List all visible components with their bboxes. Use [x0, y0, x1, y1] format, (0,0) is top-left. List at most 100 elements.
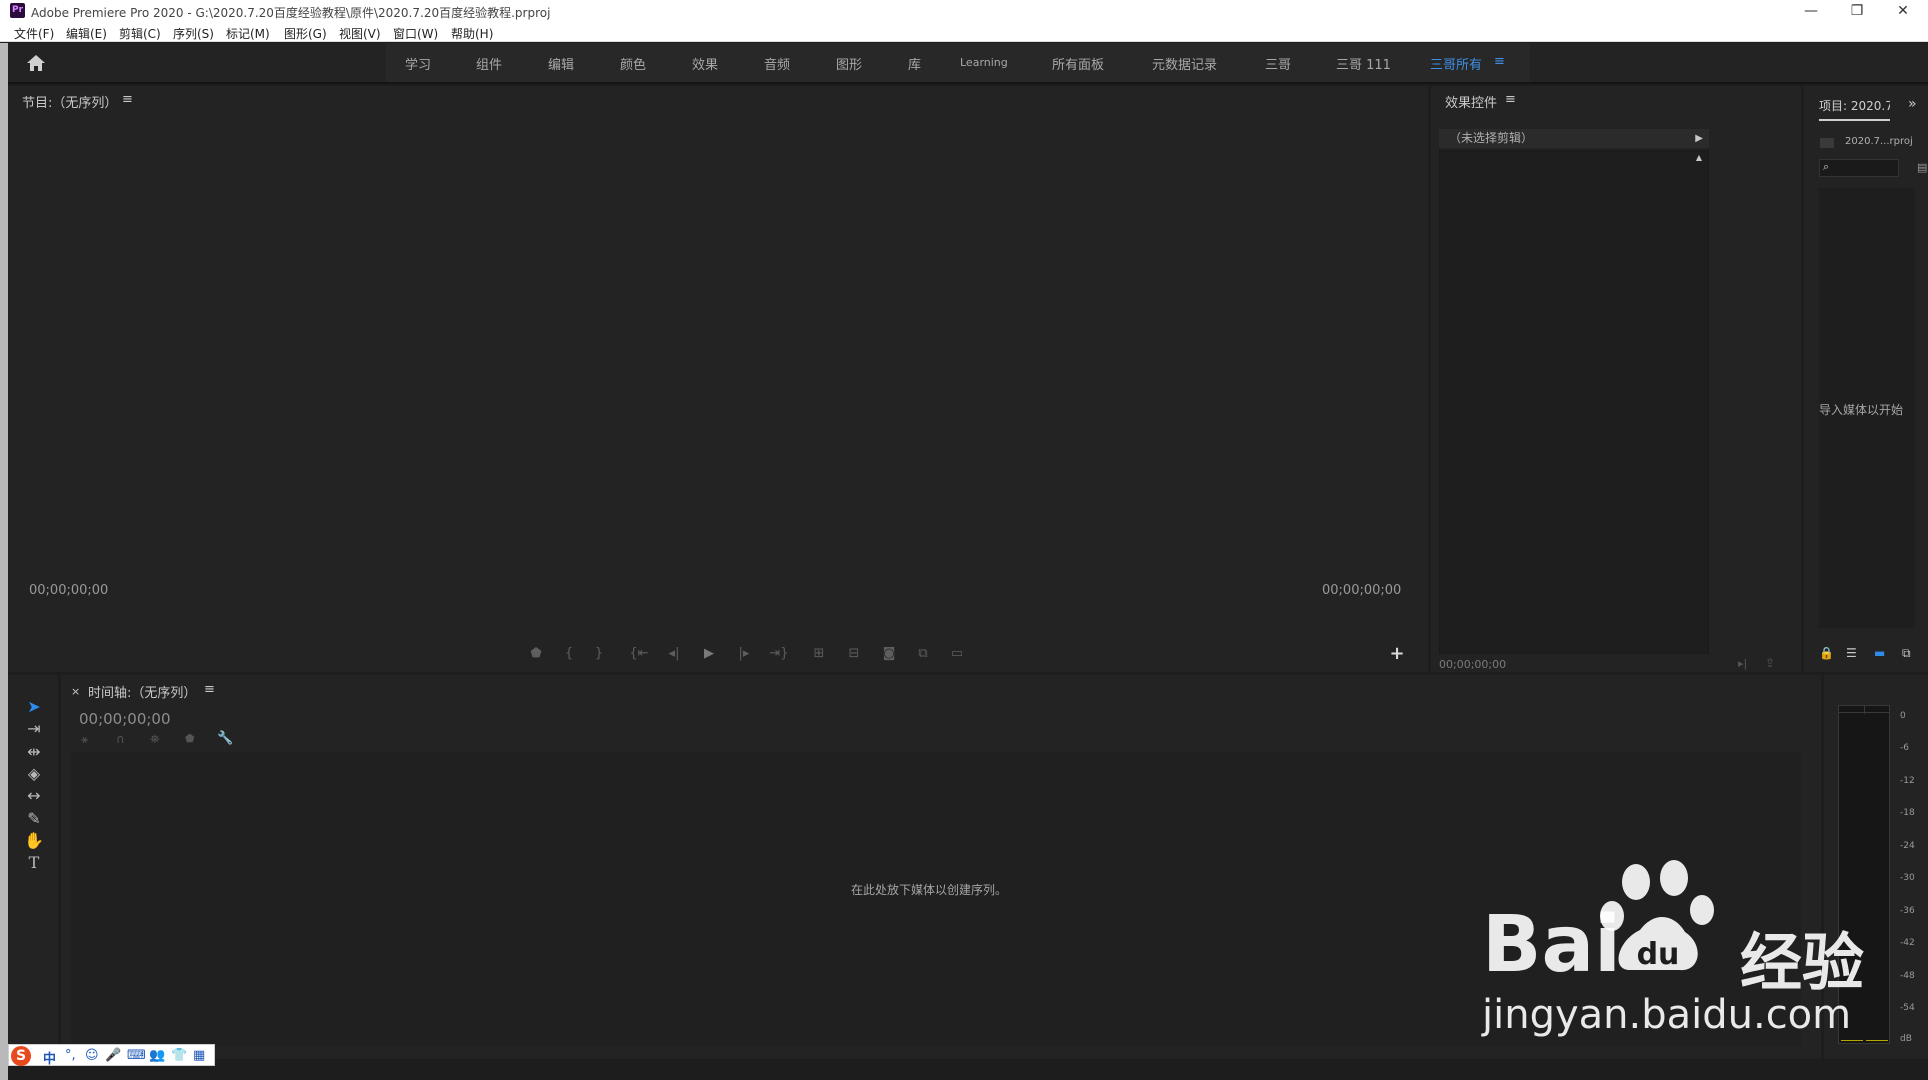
workspace-tab-sange-111[interactable]: 三哥 111: [1336, 54, 1391, 73]
export-icon[interactable]: ⇪: [1765, 656, 1775, 670]
snap-icon[interactable]: ∩: [116, 732, 125, 746]
minimize-button[interactable]: —: [1788, 0, 1834, 22]
workspace-tab-learning[interactable]: Learning: [960, 56, 1008, 69]
play-icon[interactable]: ▶: [698, 646, 720, 661]
razor-tool-icon[interactable]: ◈: [22, 763, 46, 785]
slip-tool-icon[interactable]: ↔: [22, 785, 46, 807]
go-to-in-icon[interactable]: {⇤: [628, 646, 650, 661]
keyboard-icon[interactable]: ⌨: [127, 1048, 146, 1063]
workspace-tab-color[interactable]: 颜色: [620, 54, 646, 73]
program-playhead-timecode[interactable]: 00;00;00;00: [29, 583, 108, 598]
comparison-view-icon[interactable]: ⧉: [912, 646, 934, 661]
list-view-icon[interactable]: ☰: [1846, 646, 1857, 660]
skin-icon[interactable]: 👕: [171, 1048, 187, 1063]
program-monitor-title[interactable]: 节目:（无序列）: [22, 92, 117, 111]
timeline-title[interactable]: 时间轴:（无序列）: [88, 682, 196, 701]
workspace-tabs: 学习 组件 编辑 颜色 效果 音频 图形 库 Learning 所有面板 元数据…: [386, 43, 1530, 82]
microphone-icon[interactable]: 🎤: [105, 1048, 121, 1063]
nest-icon[interactable]: ⚹: [81, 732, 88, 747]
ime-mode-toggle[interactable]: 中: [43, 1048, 56, 1067]
pen-tool-icon[interactable]: ✎: [22, 808, 46, 830]
new-bin-icon[interactable]: ▤: [1917, 161, 1927, 174]
go-to-out-icon[interactable]: ⇥}: [768, 646, 790, 661]
track-select-tool-icon[interactable]: ⇥: [22, 718, 46, 740]
freeform-view-icon[interactable]: ⧉: [1902, 646, 1911, 661]
toolbox-icon[interactable]: ▦: [193, 1048, 205, 1063]
effect-controls-area: ▲: [1439, 150, 1709, 654]
punctuation-icon[interactable]: °,: [65, 1048, 76, 1063]
program-duration-timecode: 00;00;00;00: [1322, 583, 1402, 598]
workspace-tab-sange-all[interactable]: 三哥所有: [1430, 54, 1482, 73]
project-empty-message: 导入媒体以开始: [1819, 403, 1904, 417]
mark-in-icon[interactable]: {: [558, 646, 580, 661]
button-editor-add-icon[interactable]: +: [1386, 643, 1408, 664]
menu-marker[interactable]: 标记(M): [226, 25, 270, 42]
program-monitor-menu-icon[interactable]: ≡: [122, 92, 133, 107]
workspace-tab-assembly[interactable]: 组件: [476, 54, 502, 73]
menu-edit[interactable]: 编辑(E): [66, 25, 107, 42]
project-file-icon: [1820, 138, 1834, 148]
project-tab[interactable]: 项目: 2020.7: [1819, 97, 1890, 121]
lift-icon[interactable]: ⊞: [808, 646, 830, 661]
emoji-icon[interactable]: ☺: [85, 1048, 99, 1063]
menu-window[interactable]: 窗口(W): [393, 25, 438, 42]
expand-panels-icon[interactable]: »: [1908, 96, 1917, 112]
timeline-drop-message: 在此处放下媒体以创建序列。: [851, 883, 1008, 897]
add-marker-icon[interactable]: ⬟: [525, 646, 547, 661]
timeline-marker-icon[interactable]: ⬟: [185, 732, 195, 745]
safe-margins-icon[interactable]: ▭: [946, 646, 968, 661]
timeline-menu-icon[interactable]: ≡: [204, 682, 215, 697]
ripple-edit-tool-icon[interactable]: ⇹: [22, 741, 46, 763]
icon-view-icon[interactable]: ▬: [1874, 646, 1885, 660]
workspace-tab-libraries[interactable]: 库: [908, 54, 921, 73]
effect-controls-title[interactable]: 效果控件: [1445, 92, 1497, 111]
close-window-button[interactable]: ✕: [1880, 0, 1926, 22]
workspace-tab-sange[interactable]: 三哥: [1265, 54, 1291, 73]
menu-file[interactable]: 文件(F): [14, 25, 54, 42]
filter-icon[interactable]: ▸|: [1738, 657, 1747, 670]
menu-graphics[interactable]: 图形(G): [284, 25, 327, 42]
step-back-icon[interactable]: ◂|: [663, 646, 685, 661]
clip-selector-label: （未选择剪辑）: [1449, 131, 1534, 145]
project-search-input[interactable]: ⌕: [1819, 159, 1899, 177]
hand-tool-icon[interactable]: ✋: [22, 830, 46, 852]
sogou-logo-icon[interactable]: S: [11, 1046, 31, 1066]
workspace-tab-all-panels[interactable]: 所有面板: [1052, 54, 1104, 73]
menu-sequence[interactable]: 序列(S): [173, 25, 214, 42]
workspace-tab-effects[interactable]: 效果: [692, 54, 718, 73]
workspace-tab-editing[interactable]: 编辑: [548, 54, 574, 73]
play-triangle-icon[interactable]: ▶: [1695, 129, 1703, 148]
workspace-tab-learn[interactable]: 学习: [405, 54, 431, 73]
workspace-menu-icon[interactable]: ≡: [1494, 54, 1505, 69]
menu-help[interactable]: 帮助(H): [451, 25, 493, 42]
step-forward-icon[interactable]: |▸: [733, 646, 755, 661]
menu-clip[interactable]: 剪辑(C): [119, 25, 161, 42]
menu-view[interactable]: 视图(V): [339, 25, 381, 42]
effect-controls-menu-icon[interactable]: ≡: [1505, 92, 1516, 107]
lock-icon[interactable]: 🔒: [1819, 646, 1834, 660]
workspace-tab-graphics[interactable]: 图形: [836, 54, 862, 73]
type-tool-icon[interactable]: T: [22, 852, 46, 874]
clip-selector[interactable]: （未选择剪辑） ▶: [1439, 129, 1709, 148]
tools-panel: ➤ ⇥ ⇹ ◈ ↔ ✎ ✋ T: [8, 675, 58, 1059]
user-icon[interactable]: 👥: [149, 1048, 165, 1063]
timeline-close-icon[interactable]: ×: [71, 685, 80, 698]
meter-label-18: -18: [1900, 808, 1915, 818]
workspace-tab-audio[interactable]: 音频: [764, 54, 790, 73]
timeline-timecode[interactable]: 00;00;00;00: [79, 710, 171, 728]
effect-controls-panel: 效果控件 ≡ （未选择剪辑） ▶ ▲ 00;00;00;00 ▸| ⇪: [1431, 86, 1801, 672]
restore-button[interactable]: ❐: [1834, 0, 1880, 22]
workspace-tab-metadata[interactable]: 元数据记录: [1152, 54, 1217, 73]
scroll-up-icon[interactable]: ▲: [1696, 153, 1702, 162]
mark-out-icon[interactable]: }: [588, 646, 610, 661]
watermark-url: jingyan.baidu.com: [1482, 992, 1852, 1038]
linked-selection-icon[interactable]: ⛯: [150, 732, 160, 747]
home-icon[interactable]: [26, 54, 46, 72]
wrench-icon[interactable]: 🔧: [217, 731, 233, 746]
status-bar: [8, 1059, 1928, 1080]
export-frame-icon[interactable]: ◙: [878, 646, 900, 661]
extract-icon[interactable]: ⊟: [843, 646, 865, 661]
selection-tool-icon[interactable]: ➤: [22, 696, 46, 718]
effect-controls-timecode[interactable]: 00;00;00;00: [1439, 658, 1506, 671]
ime-toolbar[interactable]: S 中 °, ☺ 🎤 ⌨ 👥 👕 ▦: [8, 1044, 215, 1067]
